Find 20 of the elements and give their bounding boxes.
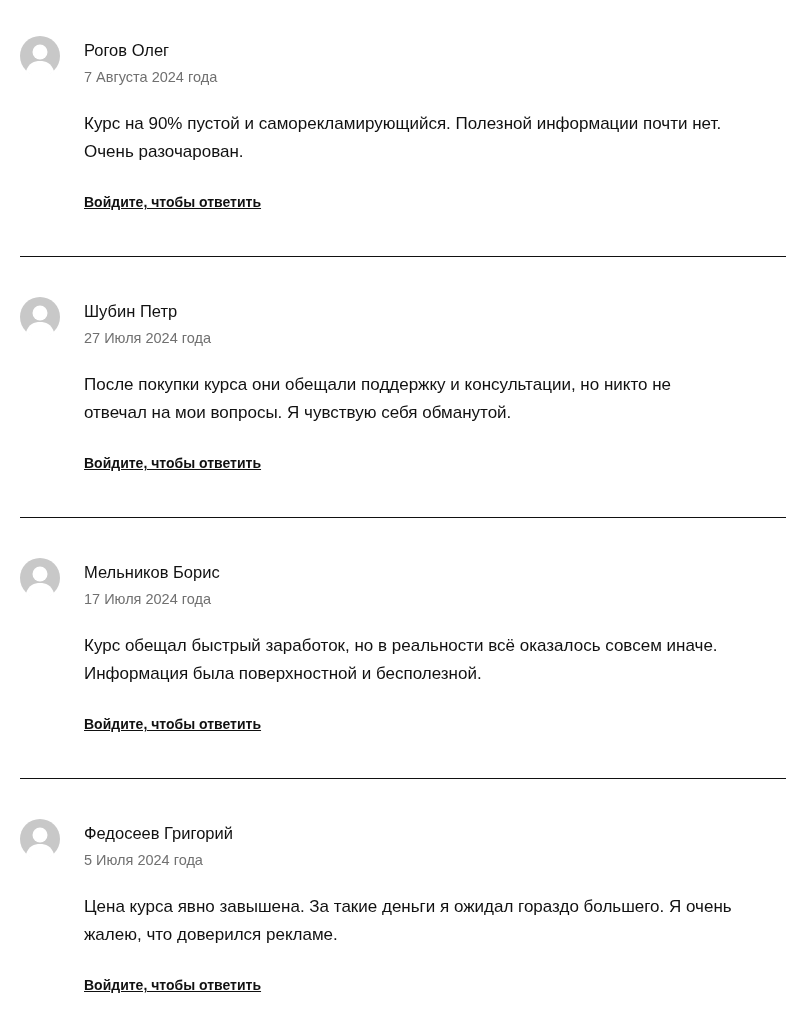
comment-text: После покупки курса они обещали поддержку и консультации, но никто не отвечал на мои вопросы. Я чувствую себя обманутой.: [84, 374, 673, 424]
comment-date: 27 Июля 2024 года: [84, 329, 212, 348]
avatar-icon: [20, 36, 60, 76]
author-name: Федосеев Григорий: [84, 823, 234, 844]
avatar-icon: [20, 819, 60, 859]
avatar-icon: [20, 558, 60, 598]
login-to-reply-link[interactable]: Войдите, чтобы ответить: [84, 714, 262, 734]
comment-date: 7 Августа 2024 года: [84, 68, 219, 87]
author-name: Шубин Петр: [84, 301, 179, 322]
comment-text: Цена курса явно завышена. За такие деньги я ожидал гораздо большего. Я очень жалею, что доверился рекламе.: [84, 896, 733, 946]
login-to-reply-link[interactable]: Войдите, чтобы ответить: [84, 453, 262, 473]
avatar-icon: [20, 297, 60, 337]
comment-text: Курс обещал быстрый заработок, но в реальности всё оказалось совсем иначе. Информация была поверхностной и бесполезной.: [84, 635, 719, 685]
comment-text: Курс на 90% пустой и саморекламирующийся. Полезной информации почти нет. Очень разочарован.: [84, 113, 723, 163]
author-name: Рогов Олег: [84, 40, 171, 61]
login-to-reply-link[interactable]: Войдите, чтобы ответить: [84, 192, 262, 212]
comment-date: 5 Июля 2024 года: [84, 851, 204, 870]
login-to-reply-link[interactable]: Войдите, чтобы ответить: [84, 975, 262, 995]
author-name: Мельников Борис: [84, 562, 221, 583]
comment-date: 17 Июля 2024 года: [84, 590, 212, 609]
